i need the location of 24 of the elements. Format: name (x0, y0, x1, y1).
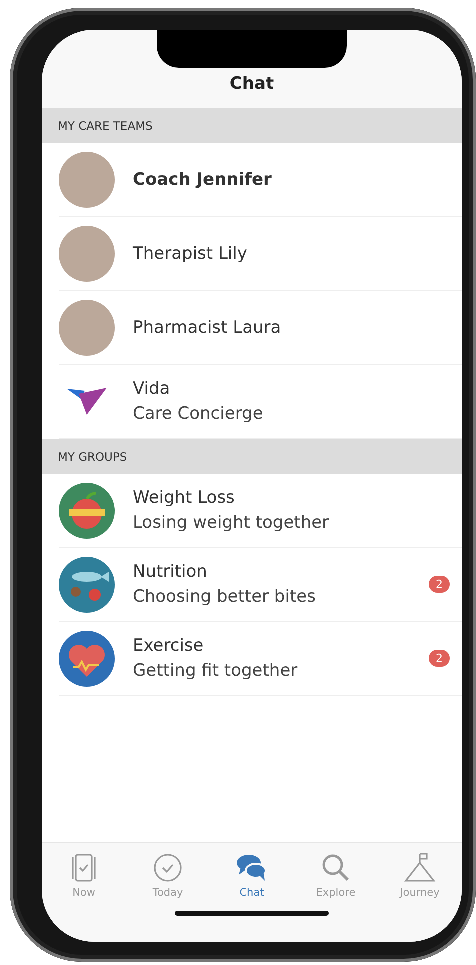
chat-name[interactable]: Therapist Lily (133, 244, 450, 264)
chat-name[interactable]: Nutrition (133, 562, 429, 582)
apple-icon (59, 482, 115, 538)
chat-name[interactable]: Exercise (133, 636, 429, 656)
chat-name[interactable]: Vida (133, 379, 450, 399)
chat-name[interactable]: Coach Jennifer (133, 170, 450, 190)
check-circle-icon (152, 853, 184, 883)
section-header: MY CARE TEAMS (42, 108, 462, 143)
chat-subtitle: Care Concierge (133, 404, 264, 424)
chat-subtitle: Losing weight together (133, 513, 330, 533)
screen-title: Chat (230, 74, 274, 94)
chat-subtitle: Choosing better bites (133, 587, 317, 607)
chat-bubbles-icon (236, 853, 268, 883)
unread-count: 2 (429, 650, 450, 667)
section-header: MY GROUPS (42, 439, 462, 474)
unread-count: 2 (429, 576, 450, 593)
chat-name[interactable]: Weight Loss (133, 488, 450, 508)
chat-name[interactable]: Pharmacist Laura (133, 318, 450, 338)
fish-icon (59, 556, 115, 612)
search-icon (320, 853, 352, 883)
tab[interactable]: Chat (217, 853, 287, 899)
chat-subtitle: Getting fit together (133, 661, 299, 681)
mountain-flag-icon (404, 853, 436, 883)
logo-icon (67, 388, 107, 415)
